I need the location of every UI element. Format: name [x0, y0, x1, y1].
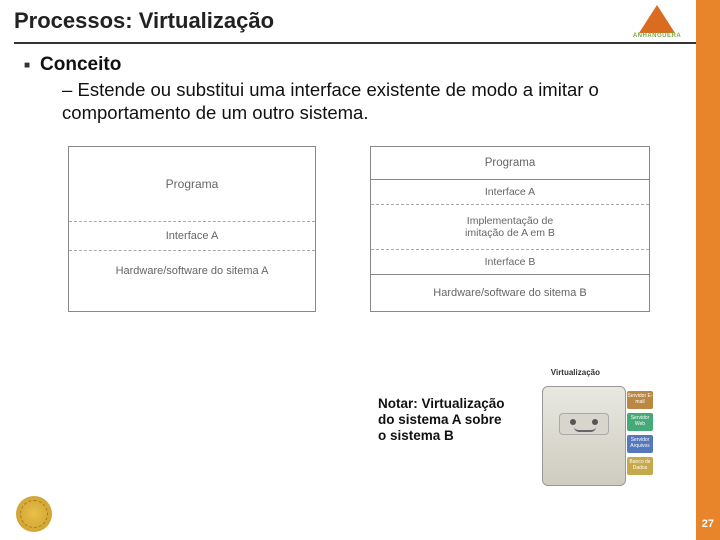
virtualization-caption: Virtualização — [551, 368, 600, 377]
bullet-icon: ■ — [24, 54, 40, 124]
slide-title: Processos: Virtualização — [14, 8, 706, 34]
boxB-hw: Hardware/software do sitema B — [371, 275, 649, 311]
seal-icon — [16, 496, 52, 532]
server-body: Servidor E-mail Servidor Web Servidor Ar… — [542, 386, 626, 486]
slide-header: Processos: Virtualização — [0, 0, 720, 40]
server-illustration: Servidor E-mail Servidor Web Servidor Ar… — [542, 386, 662, 506]
boxA-hw: Hardware/software do sitema A — [69, 251, 315, 291]
accent-bar — [696, 0, 720, 540]
boxA-interface: Interface A — [69, 222, 315, 251]
triangle-icon — [639, 5, 675, 33]
boxB-interfaceB: Interface B — [371, 250, 649, 275]
server-slot-db: Banco de Dados — [627, 457, 653, 475]
page-number: 27 — [702, 518, 714, 530]
note-text: Notar: Virtualização do sistema A sobre … — [378, 396, 508, 445]
server-slot-files: Servidor Arquivos — [627, 435, 653, 453]
boxA-program: Programa — [69, 147, 315, 222]
boxB-interfaceA: Interface A — [371, 180, 649, 205]
slide-content: ■ Conceito – Estende ou substitui uma in… — [0, 44, 720, 312]
brand-logo: ANHANGUERA — [626, 5, 688, 47]
boxB-program: Programa — [371, 147, 649, 180]
diagrams-row: Programa Interface A Hardware/software d… — [24, 124, 690, 312]
diagram-system-b: Programa Interface A Implementação de im… — [370, 146, 650, 312]
concept-heading: Conceito — [40, 54, 690, 76]
concept-description: – Estende ou substitui uma interface exi… — [40, 78, 690, 124]
concept-block: ■ Conceito – Estende ou substitui uma in… — [24, 54, 690, 124]
server-face-icon — [559, 413, 609, 435]
server-slot-web: Servidor Web — [627, 413, 653, 431]
boxB-impl: Implementação de imitação de A em B — [371, 205, 649, 250]
diagram-system-a: Programa Interface A Hardware/software d… — [68, 146, 316, 312]
brand-text: ANHANGUERA — [626, 33, 688, 39]
server-slot-email: Servidor E-mail — [627, 391, 653, 409]
